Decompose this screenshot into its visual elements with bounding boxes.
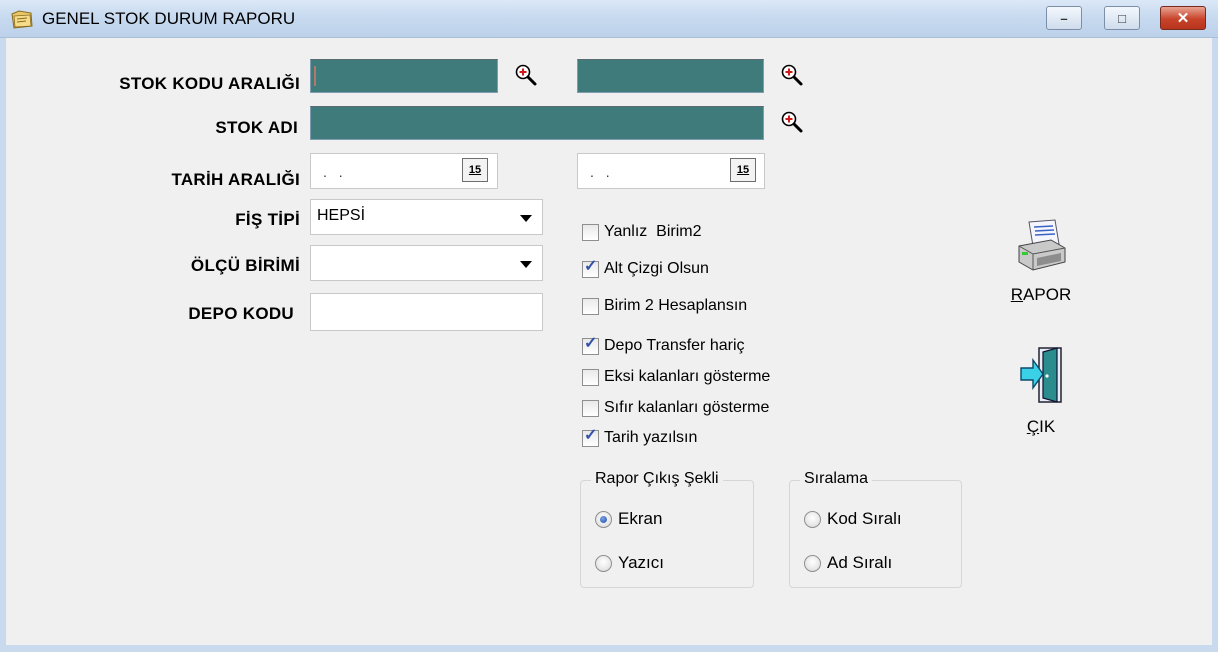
radio-button[interactable] [595, 510, 612, 528]
radio-label: Ad Sıralı [827, 553, 893, 572]
window-frame-bottom [0, 645, 1218, 652]
radio-button[interactable] [804, 510, 821, 528]
checkbox[interactable]: ✓ [582, 426, 599, 447]
stok-kodu-label: STOK KODU ARALIĞI [119, 74, 300, 93]
stok-kodu-to-input[interactable] [577, 59, 764, 93]
checkbox[interactable]: ✓ [582, 257, 599, 278]
window-frame-left [0, 38, 6, 652]
search-magnifier-icon[interactable] [780, 110, 804, 134]
radio-yazici[interactable]: Yazıcı [595, 553, 664, 573]
fis-tipi-select[interactable]: HEPSİ [310, 199, 543, 235]
text-caret [314, 66, 316, 86]
group-legend: Rapor Çıkış Şekli [591, 470, 723, 488]
maximize-button[interactable]: □ [1104, 6, 1140, 30]
printer-icon [1018, 219, 1066, 271]
radio-button[interactable] [595, 554, 612, 572]
exit-door-icon [1020, 347, 1062, 403]
date-placeholder: . . [590, 164, 614, 180]
stok-adi-input[interactable] [310, 106, 764, 140]
radio-label: Kod Sıralı [827, 509, 902, 528]
folder-report-icon [11, 10, 33, 29]
option-sifir-kalanlari[interactable]: Sıfır kalanları gösterme [582, 396, 769, 420]
date-placeholder: . . [323, 164, 347, 180]
option-label: Yanlız Birim2 [604, 223, 702, 240]
checkbox[interactable]: ✓ [582, 334, 599, 355]
option-label: Eksi kalanları gösterme [604, 368, 771, 385]
radio-ekran[interactable]: Ekran [595, 509, 662, 529]
tarih-label: TARİH ARALIĞI [171, 170, 300, 189]
stok-kodu-from-input[interactable] [310, 59, 498, 93]
option-depo-transfer-haric[interactable]: ✓ Depo Transfer hariç [582, 334, 745, 358]
checkmark-icon: ✓ [584, 257, 598, 275]
option-label: Alt Çizgi Olsun [604, 260, 709, 277]
search-magnifier-icon[interactable] [514, 63, 538, 87]
checkbox[interactable] [582, 297, 599, 315]
checkbox[interactable] [582, 223, 599, 241]
option-birim2-hesaplansin[interactable]: Birim 2 Hesaplansın [582, 294, 747, 318]
option-eksi-kalanlari[interactable]: Eksi kalanları gösterme [582, 365, 770, 389]
option-label: Birim 2 Hesaplansın [604, 297, 748, 314]
option-label: Sıfır kalanları gösterme [604, 399, 770, 416]
depo-kodu-input[interactable] [310, 293, 543, 331]
cik-label: ÇIK [1026, 417, 1056, 436]
stok-adi-label: STOK ADI [215, 118, 298, 137]
radio-ad-sirali[interactable]: Ad Sıralı [804, 553, 892, 573]
maximize-icon: □ [1118, 10, 1126, 26]
rapor-cikis-group: Rapor Çıkış Şekli Ekran Yazıcı [580, 470, 754, 588]
checkbox[interactable] [582, 368, 599, 386]
fis-tipi-label: FİŞ TİPİ [235, 210, 300, 229]
option-yanliz-birim2[interactable]: Yanlız Birim2 [582, 220, 702, 244]
search-magnifier-icon[interactable] [780, 63, 804, 87]
radio-label: Yazıcı [618, 553, 664, 572]
calendar-icon[interactable]: 15 [462, 158, 488, 182]
window-title: GENEL STOK DURUM RAPORU [42, 9, 296, 28]
group-legend: Sıralama [800, 470, 873, 488]
rapor-label: RAPOR [1010, 285, 1072, 304]
fis-tipi-value: HEPSİ [317, 207, 366, 224]
chevron-down-icon [520, 261, 532, 268]
chevron-down-icon [520, 215, 532, 222]
window-frame-right [1212, 38, 1218, 652]
checkbox[interactable] [582, 399, 599, 417]
minimize-button[interactable]: – [1046, 6, 1082, 30]
checkmark-icon: ✓ [584, 426, 598, 444]
title-bar: GENEL STOK DURUM RAPORU – □ ✕ [0, 0, 1218, 38]
option-label: Tarih yazılsın [604, 429, 698, 446]
option-tarih-yazilsin[interactable]: ✓ Tarih yazılsın [582, 426, 697, 450]
minimize-icon: – [1060, 10, 1068, 26]
option-alt-cizgi[interactable]: ✓ Alt Çizgi Olsun [582, 257, 709, 281]
radio-label: Ekran [618, 509, 663, 528]
rapor-button[interactable]: RAPOR [996, 218, 1086, 305]
checkmark-icon: ✓ [584, 334, 598, 352]
option-label: Depo Transfer hariç [604, 337, 745, 354]
depo-kodu-label: DEPO KODU [188, 304, 294, 323]
olcu-birimi-label: ÖLÇÜ BİRİMİ [190, 256, 300, 275]
radio-kod-sirali[interactable]: Kod Sıralı [804, 509, 902, 529]
close-button[interactable]: ✕ [1160, 6, 1206, 30]
calendar-icon[interactable]: 15 [730, 158, 756, 182]
olcu-birimi-select[interactable] [310, 245, 543, 281]
radio-button[interactable] [804, 554, 821, 572]
siralama-group: Sıralama Kod Sıralı Ad Sıralı [789, 470, 962, 588]
cik-button[interactable]: ÇIK [996, 346, 1086, 437]
close-icon: ✕ [1176, 9, 1190, 27]
